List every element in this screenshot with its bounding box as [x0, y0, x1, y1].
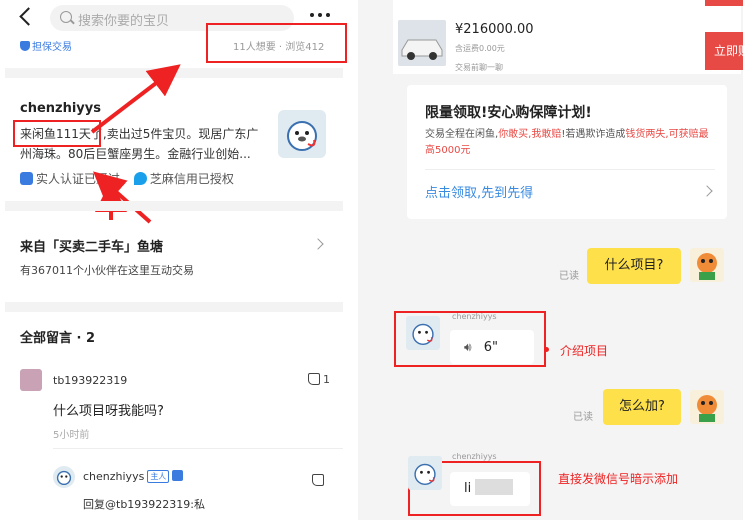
reply-text: 回复@tb193922319:私	[83, 498, 205, 511]
comment-time: 5小时前	[53, 430, 90, 441]
item-detail-panel: 搜索你要的宝贝 担保交易 11人想要 · 浏览412 chenzhiyys 来闲…	[0, 0, 350, 520]
buyer-avatar[interactable]	[690, 248, 724, 282]
seal-avatar-icon	[414, 463, 436, 486]
text-message[interactable]: li	[450, 472, 530, 506]
blurred-text	[475, 479, 514, 495]
thumbs-up-icon	[308, 373, 320, 385]
like-count: 1	[323, 373, 330, 386]
promo-divider	[425, 169, 715, 170]
chat-panel: ¥216000.00 含运费0.00元 交易前聊一聊 立即购买 限量领取!安心购…	[358, 0, 743, 520]
car-thumbnail	[398, 20, 446, 66]
buyer-avatar[interactable]	[690, 390, 724, 424]
comment-text: 什么项目呀我能吗?	[53, 404, 164, 419]
product-card[interactable]: ¥216000.00 含运费0.00元 交易前聊一聊 立即购买	[393, 0, 743, 74]
product-price: ¥216000.00	[455, 22, 534, 37]
voice-message[interactable]: 🔊︎ 6"	[450, 330, 534, 364]
annotation-box-stats	[206, 23, 347, 63]
reply-like-button[interactable]	[312, 469, 327, 488]
charmander-avatar-icon	[697, 395, 717, 422]
thumbs-up-icon	[312, 474, 324, 486]
pond-subtitle: 有367011个小伙伴在这里互动交易	[20, 264, 194, 277]
reply-user[interactable]: chenzhiyys 主人	[83, 470, 184, 483]
like-button[interactable]: 1	[308, 373, 330, 386]
promo-body-a: 交易全程在闲鱼,	[425, 129, 499, 140]
guarantee-badge[interactable]: 担保交易	[20, 38, 72, 53]
owner-tag: 主人	[147, 470, 170, 483]
buyer-message[interactable]: 什么项目?	[587, 248, 681, 284]
seller-chat-avatar[interactable]	[406, 316, 440, 350]
voice-wave-icon: 🔊︎	[464, 340, 472, 354]
buyer-message[interactable]: 怎么加?	[603, 389, 681, 425]
read-status: 已读	[573, 412, 593, 423]
shipping-info: 含运费0.00元	[455, 44, 505, 53]
guarantee-label: 担保交易	[32, 42, 72, 53]
promo-title: 限量领取!安心购保障计划!	[425, 105, 592, 121]
promo-card: 限量领取!安心购保障计划! 交易全程在闲鱼,你敢买,我敢赔!若遇欺诈造成钱货两失…	[407, 85, 727, 219]
more-icon[interactable]	[310, 13, 330, 19]
promo-body: 交易全程在闲鱼,你敢买,我敢赔!若遇欺诈造成钱货两失,可获赔最高5000元	[425, 127, 715, 159]
section-divider	[5, 302, 343, 312]
seal-avatar-icon	[56, 470, 72, 486]
voice-duration: 6"	[483, 340, 498, 355]
annotation-wechat: 直接发微信号暗示添加	[558, 472, 679, 486]
verified-icon	[172, 470, 184, 481]
promo-claim-link[interactable]: 点击领取,先到先得	[425, 182, 533, 201]
promo-body-c: !若遇欺诈造成	[561, 129, 626, 140]
buy-now-button[interactable]: 立即购买	[705, 32, 743, 70]
reply-user-name: chenzhiyys	[83, 470, 145, 483]
message-text: li	[464, 481, 472, 496]
seller-chat-name: chenzhiyys	[452, 452, 497, 461]
reply-avatar[interactable]	[53, 466, 75, 488]
shield-icon	[20, 41, 30, 51]
back-arrow-icon[interactable]	[18, 8, 34, 26]
annotation-voice: 介绍项目	[560, 344, 609, 358]
commenter-name[interactable]: tb193922319	[53, 374, 127, 387]
car-image-icon	[398, 20, 446, 66]
read-status: 已读	[559, 271, 579, 282]
search-icon	[60, 11, 72, 23]
unread-dot	[544, 347, 549, 352]
reply-divider	[53, 448, 343, 449]
top-button-edge	[705, 0, 743, 6]
seal-avatar-icon	[412, 323, 434, 346]
search-placeholder: 搜索你要的宝贝	[78, 14, 170, 29]
seller-chat-name: chenzhiyys	[452, 312, 497, 321]
promo-body-b: 你敢买,我敢赔	[498, 129, 562, 140]
commenter-avatar[interactable]	[20, 369, 42, 391]
chat-before-label: 交易前聊一聊	[455, 63, 503, 72]
section-divider	[5, 201, 343, 211]
comments-title: 全部留言 · 2	[20, 331, 96, 346]
chevron-right-icon[interactable]	[701, 185, 713, 197]
charmander-avatar-icon	[697, 253, 717, 280]
pond-title[interactable]: 来自「买卖二手车」鱼塘	[20, 236, 163, 255]
seller-chat-avatar[interactable]	[408, 456, 442, 490]
